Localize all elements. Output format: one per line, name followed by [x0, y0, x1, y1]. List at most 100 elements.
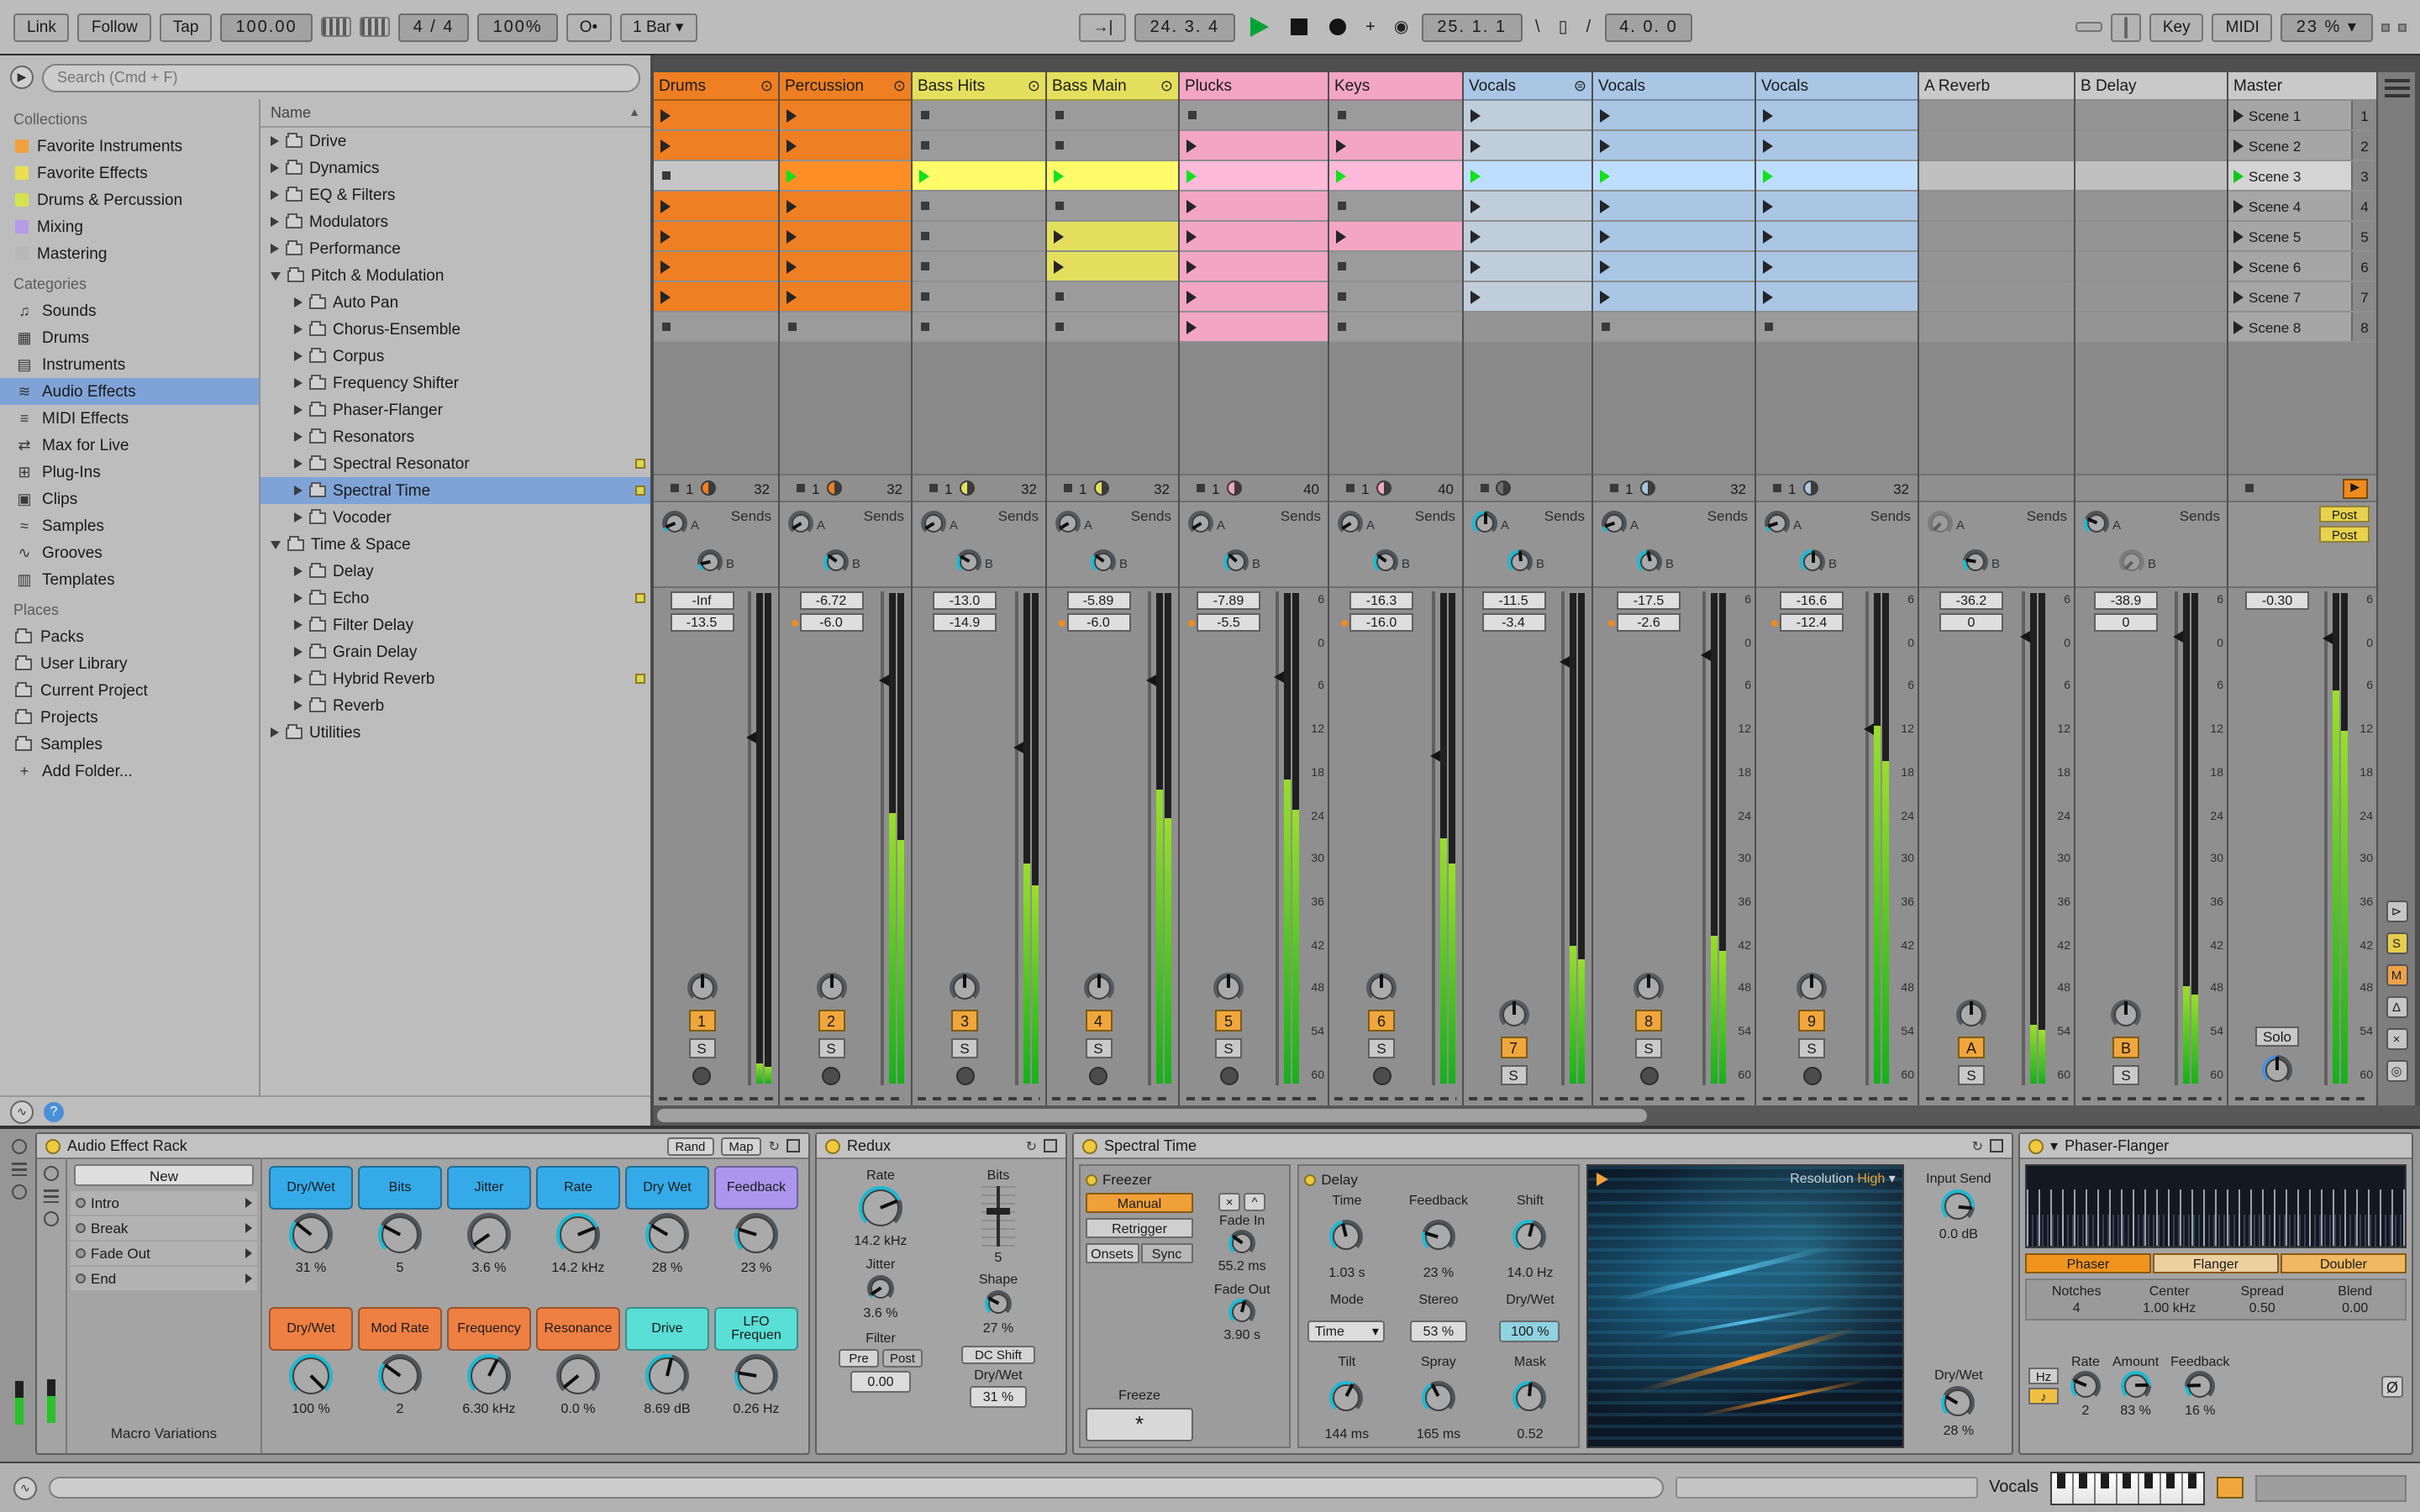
disclosure-icon[interactable]	[271, 727, 279, 738]
macro-knob[interactable]	[378, 1354, 422, 1398]
track-header[interactable]: Drums ⊙	[654, 72, 778, 101]
hot-swap-icon[interactable]: ↻	[1972, 1138, 1983, 1153]
track-fold-icon[interactable]: ⊙	[1160, 76, 1173, 95]
clip-slot[interactable]	[1593, 222, 1754, 250]
pan-knob[interactable]	[2111, 1000, 2141, 1030]
send-a-knob[interactable]	[788, 511, 813, 536]
back-to-arrangement-button[interactable]: ▶	[2342, 478, 2368, 498]
stop-all-track-clips-button[interactable]	[1610, 484, 1618, 492]
clip-slot[interactable]	[780, 192, 911, 220]
rate-value[interactable]: 2	[2082, 1403, 2090, 1418]
sidebar-item-audio-effects[interactable]: ≋ Audio Effects	[0, 378, 259, 405]
sidebar-item-user-library[interactable]: User Library	[0, 650, 259, 677]
sidebar-item-packs[interactable]: Packs	[0, 623, 259, 650]
solo-button[interactable]: S	[1085, 1038, 1112, 1058]
track-header[interactable]: B Delay	[2075, 72, 2227, 101]
clip-slot[interactable]	[1180, 101, 1328, 129]
clip-play-icon[interactable]	[660, 199, 671, 213]
clip-slot[interactable]	[1464, 252, 1591, 281]
clip-slot[interactable]	[1180, 131, 1328, 160]
clip-slot[interactable]	[1180, 161, 1328, 190]
macro-value[interactable]: 14.2 kHz	[551, 1260, 604, 1275]
scene-row-5[interactable]: Scene 5 5	[2228, 222, 2376, 250]
mixer-section-toggle-1[interactable]: ⊳	[2386, 900, 2407, 922]
clip-play-icon[interactable]	[786, 108, 797, 122]
midi-map-button[interactable]: MIDI	[2212, 13, 2273, 41]
macro-knob[interactable]	[645, 1354, 689, 1398]
save-preset-icon[interactable]	[1990, 1139, 2003, 1152]
pan-knob[interactable]	[1634, 973, 1664, 1003]
device-title[interactable]: Phaser-Flanger	[2065, 1137, 2169, 1154]
disclosure-icon[interactable]	[294, 459, 302, 469]
solo-button[interactable]: S	[1500, 1065, 1527, 1085]
track-activator-button[interactable]: B	[2112, 1037, 2139, 1058]
device-scroll-area[interactable]	[1675, 1477, 1978, 1499]
macro-variations-label[interactable]: Macro Variations	[71, 1416, 257, 1450]
jitter-value[interactable]: 3.6 %	[864, 1305, 898, 1320]
peak-level-display[interactable]: -16.3	[1349, 591, 1413, 610]
clip-slot[interactable]	[1329, 192, 1462, 220]
sidebar-item-instruments[interactable]: ▤ Instruments	[0, 351, 259, 378]
mixer-section-toggle-4[interactable]: Δ	[2386, 996, 2407, 1018]
send-a-knob[interactable]	[1188, 511, 1213, 536]
clip-stop-button[interactable]	[921, 111, 929, 119]
tree-item-modulators[interactable]: Modulators	[260, 208, 650, 235]
center-value[interactable]: 1.00 kHz	[2123, 1300, 2217, 1315]
tree-item-eq-filters[interactable]: EQ & Filters	[260, 181, 650, 208]
sidebar-item-favorite-effects[interactable]: Favorite Effects	[0, 160, 259, 186]
send-a-knob[interactable]	[1338, 511, 1363, 536]
tab-flanger[interactable]: Flanger	[2153, 1253, 2279, 1273]
volume-fader[interactable]	[2319, 591, 2334, 1085]
clip-stop-button[interactable]	[1188, 111, 1197, 119]
clip-stop-button[interactable]	[1765, 323, 1773, 331]
clip-slot[interactable]	[1329, 252, 1462, 281]
volume-display[interactable]: -5.5	[1188, 613, 1260, 632]
show-chains-icon[interactable]	[44, 1189, 59, 1203]
scene-launch-icon[interactable]	[2233, 260, 2244, 273]
clip-slot[interactable]	[913, 131, 1045, 160]
volume-fader[interactable]	[2017, 591, 2032, 1085]
hot-swap-icon[interactable]: ↻	[769, 1138, 780, 1153]
clip-slot[interactable]	[1919, 222, 2074, 250]
info-icon[interactable]: ?	[44, 1101, 64, 1121]
disclosure-icon[interactable]	[294, 512, 302, 522]
disclosure-icon[interactable]	[271, 190, 279, 200]
device-title[interactable]: Spectral Time	[1104, 1137, 1197, 1154]
clip-slot[interactable]	[1047, 192, 1178, 220]
track-activator-button[interactable]: 7	[1500, 1037, 1527, 1058]
preview-metronome-icon[interactable]	[359, 17, 390, 37]
track-activator-button[interactable]: 9	[1798, 1010, 1825, 1032]
scene-number[interactable]: 2	[2351, 131, 2376, 160]
macro-value[interactable]: 0.26 Hz	[733, 1401, 779, 1416]
send-a-knob[interactable]	[2084, 511, 2109, 536]
clip-slot[interactable]	[780, 312, 911, 341]
clip-slot[interactable]	[1047, 101, 1178, 129]
track-activator-button[interactable]: A	[1958, 1037, 1985, 1058]
clip-playing-icon[interactable]	[1470, 169, 1481, 182]
tree-item-spectral-time[interactable]: Spectral Time	[260, 477, 650, 504]
clip-play-icon[interactable]	[1763, 290, 1773, 303]
sidebar-item-sounds[interactable]: ♫ Sounds	[0, 297, 259, 324]
track-activator-button[interactable]: 1	[688, 1010, 715, 1032]
freezer-on-button[interactable]	[1086, 1173, 1097, 1185]
pan-knob[interactable]	[687, 973, 717, 1003]
tilt-knob[interactable]	[1329, 1380, 1364, 1415]
tab-phaser[interactable]: Phaser	[2025, 1253, 2151, 1273]
link-button[interactable]: Link	[13, 13, 70, 41]
clip-stop-button[interactable]	[1338, 292, 1346, 301]
clip-slot[interactable]	[1464, 161, 1591, 190]
clip-slot[interactable]	[2075, 312, 2227, 341]
send-a-knob[interactable]	[662, 511, 687, 536]
quantization-menu[interactable]: 1 Bar ▾	[619, 13, 697, 41]
solo-button[interactable]: S	[1635, 1038, 1662, 1058]
tab-doubler[interactable]: Doubler	[2281, 1253, 2407, 1273]
clip-slot[interactable]	[1464, 312, 1591, 341]
sidebar-item-templates[interactable]: ▥ Templates	[0, 566, 259, 593]
clip-playing-icon[interactable]	[919, 169, 929, 182]
macro-knob[interactable]	[289, 1354, 333, 1398]
tree-item-frequency-shifter[interactable]: Frequency Shifter	[260, 370, 650, 396]
mask-knob[interactable]	[1512, 1380, 1547, 1415]
clip-slot[interactable]	[1593, 312, 1754, 341]
clip-stop-button[interactable]	[1338, 111, 1346, 119]
macro-value[interactable]: 5	[397, 1260, 404, 1275]
